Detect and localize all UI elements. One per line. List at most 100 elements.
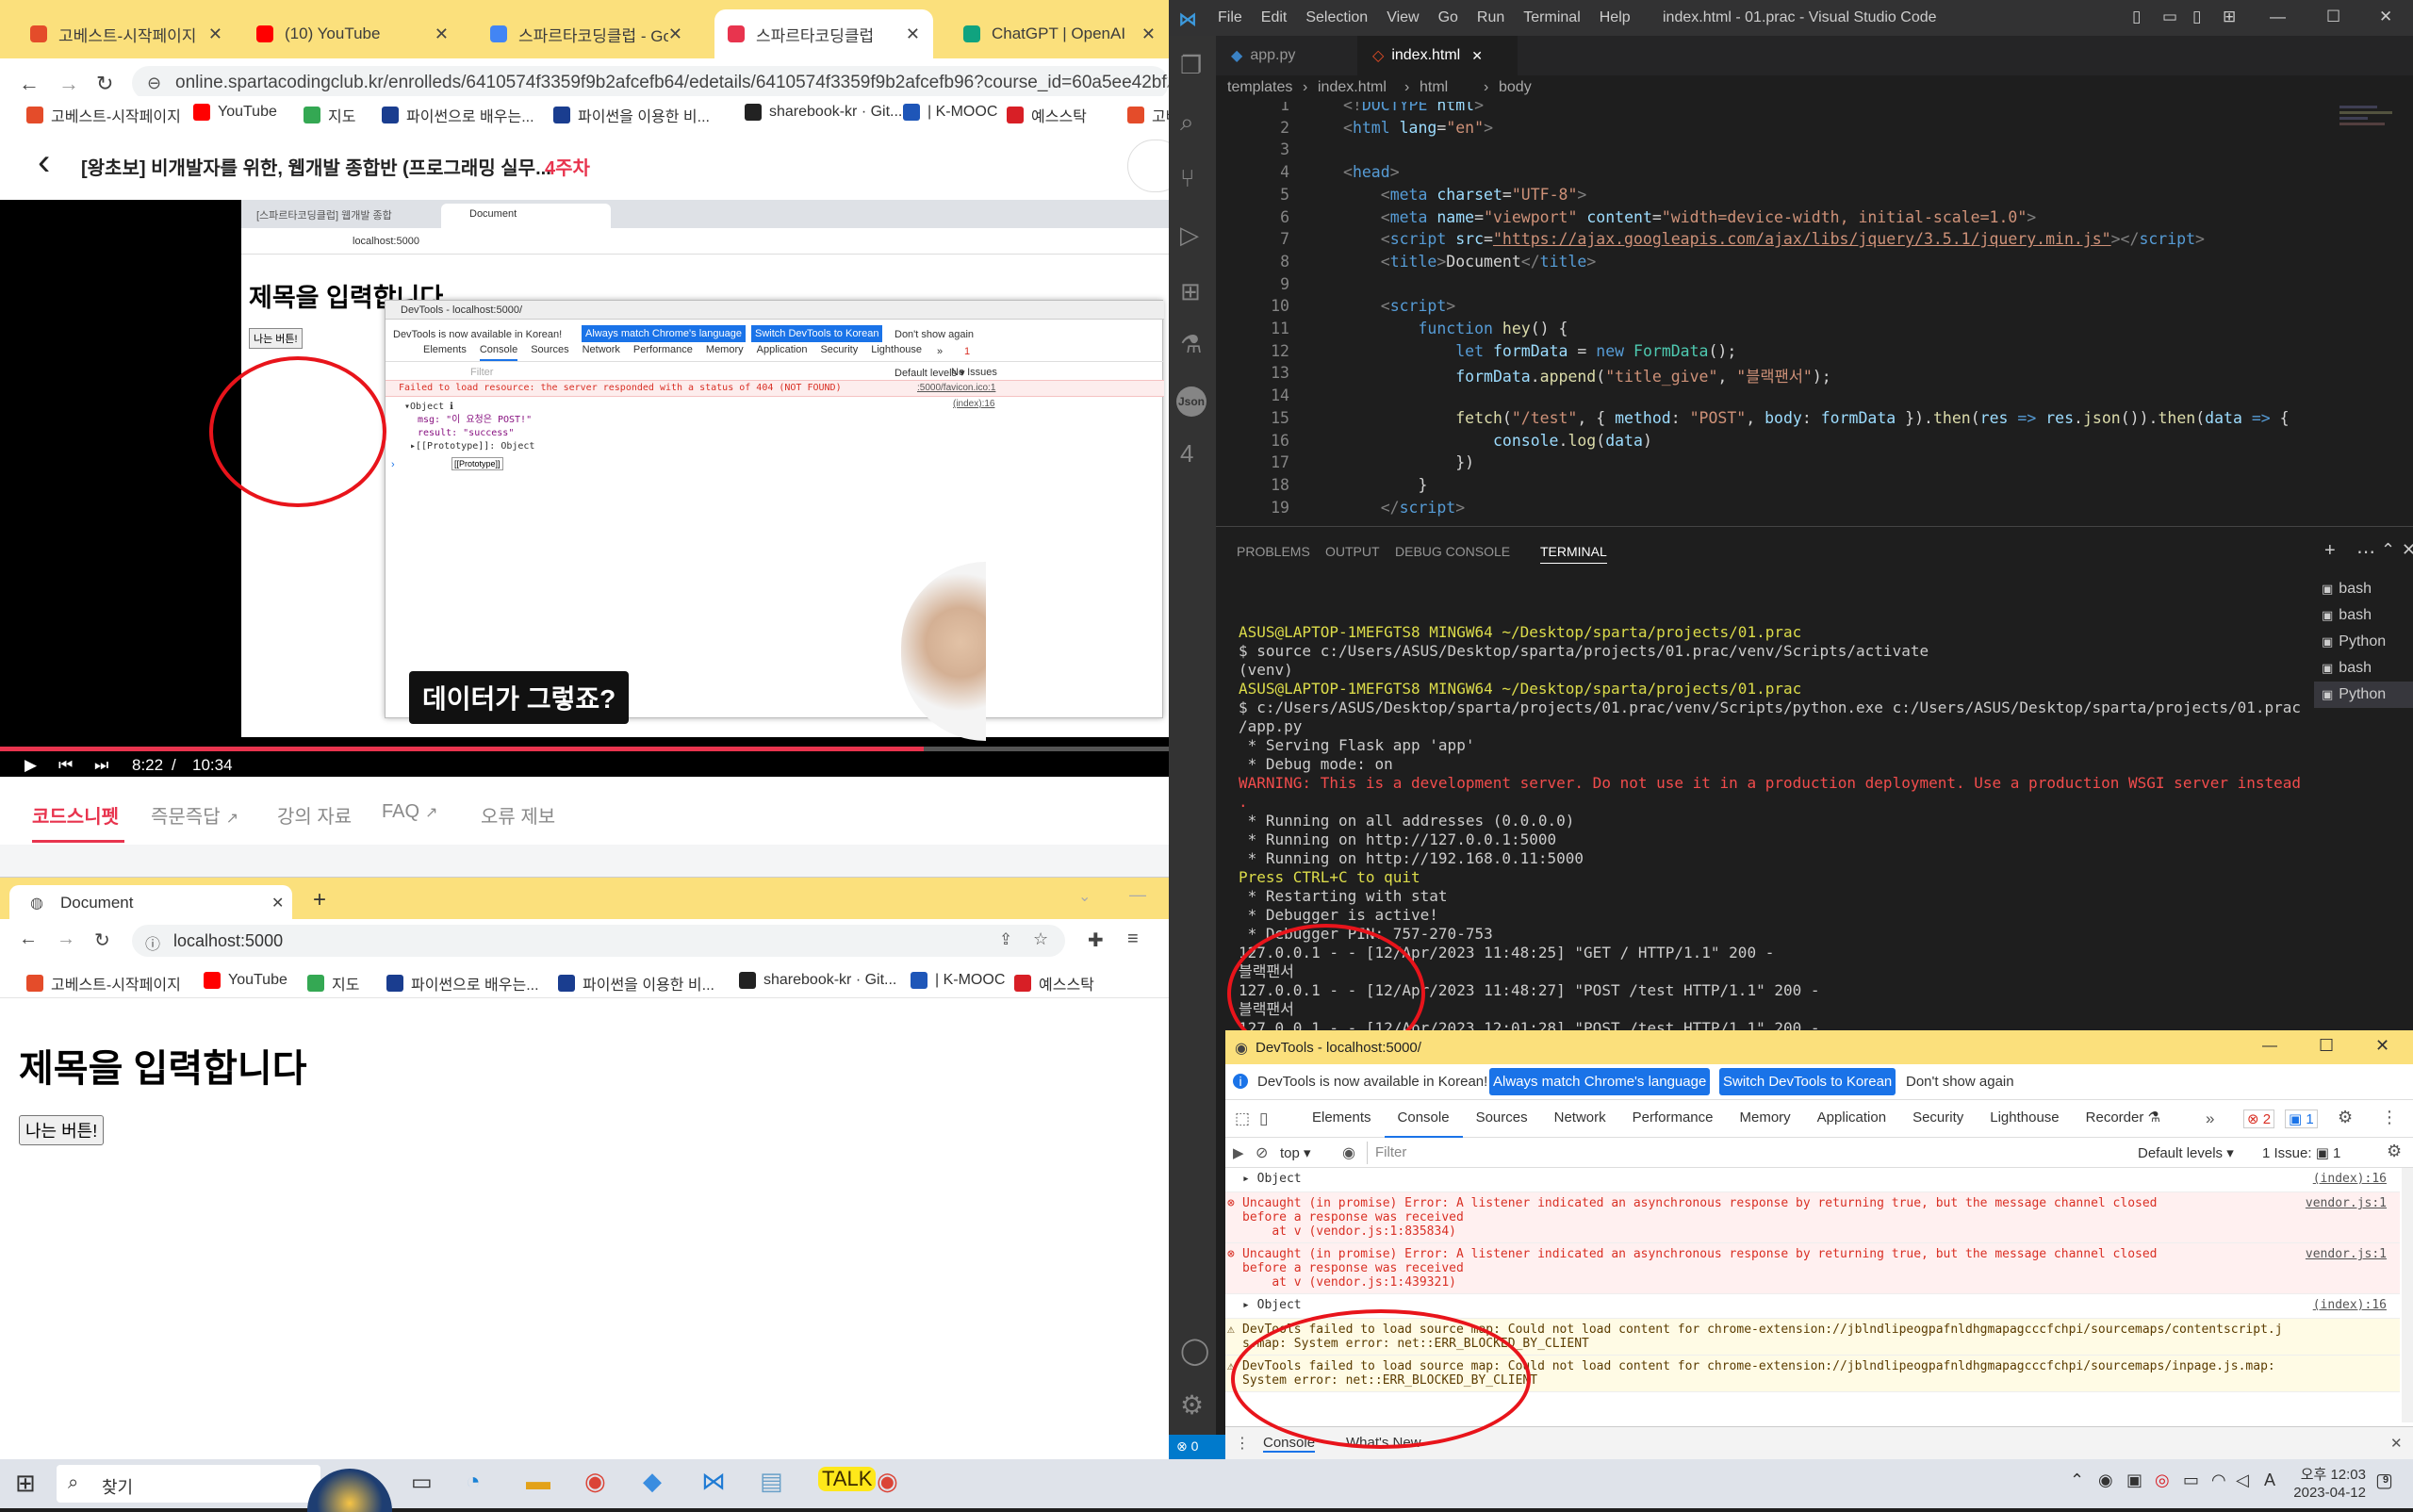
extensions-icon[interactable]: ✚	[1088, 929, 1104, 952]
kakaotalk-taskbar-icon[interactable]: TALK	[818, 1467, 877, 1491]
devtools-tab[interactable]: Elements	[1299, 1100, 1385, 1138]
bookmark-item[interactable]: 지도	[307, 972, 359, 994]
breadcrumb-item[interactable]: index.html	[1318, 79, 1387, 96]
console-message[interactable]: ⊗ Uncaught (in promise) Error: A listener…	[1225, 1192, 2400, 1243]
chrome-tab[interactable]: (10) YouTube ✕	[243, 9, 462, 58]
code-line[interactable]: fetch("/test", { method: "POST", body: f…	[1343, 409, 2289, 427]
panel-maximize-icon[interactable]: ⌃	[2381, 540, 2395, 560]
devtools-close-icon[interactable]: ✕	[2375, 1036, 2389, 1056]
terminal-instance[interactable]: ▣ bash	[2314, 655, 2413, 682]
code-line[interactable]: <head>	[1343, 163, 1400, 181]
manage-gear-icon[interactable]: ⚙	[1180, 1389, 1204, 1421]
bookmark-item[interactable]: 파이썬을 이용한 비...	[558, 972, 714, 994]
minimize-icon[interactable]: —	[1129, 885, 1146, 905]
bookmark-item[interactable]: | K-MOOC	[911, 972, 1005, 989]
message-badge[interactable]: ▣ 1	[2285, 1109, 2318, 1128]
panel-more-icon[interactable]: ⋯	[2356, 540, 2375, 564]
terminal-instance[interactable]: ▣ Python	[2314, 682, 2413, 708]
panel-tab[interactable]: DEBUG CONSOLE	[1395, 544, 1510, 559]
devtools-tab[interactable]: Security	[1899, 1100, 1977, 1138]
match-language-button[interactable]: Always match Chrome's language	[1489, 1068, 1711, 1095]
menu-item[interactable]: File	[1218, 9, 1242, 26]
default-levels-dropdown[interactable]: Default levels ▾	[2138, 1144, 2234, 1161]
code-line[interactable]: function hey() {	[1343, 320, 1568, 337]
devtools-tab[interactable]: Sources	[1463, 1100, 1541, 1138]
code-line[interactable]: <script>	[1343, 297, 1455, 315]
error-badge[interactable]: ⊗ 2	[2243, 1109, 2275, 1128]
console-filter[interactable]: Filter	[1367, 1142, 2045, 1164]
code-line[interactable]: <html lang="en">	[1343, 119, 1493, 137]
window-minimize-icon[interactable]: —	[2270, 8, 2286, 26]
more-tabs-icon[interactable]: »	[2206, 1109, 2214, 1128]
editor-tab[interactable]: ◇ index.html ✕	[1357, 36, 1518, 75]
taskbar-time[interactable]: 오후 12:03	[2290, 1464, 2366, 1484]
inspect-icon[interactable]: ⬚	[1235, 1109, 1250, 1128]
eye-icon[interactable]: ◉	[1342, 1143, 1355, 1162]
console-message-source[interactable]: vendor.js:1	[2306, 1196, 2387, 1210]
tray-expand-icon[interactable]: ⌃	[2070, 1471, 2084, 1490]
code-line[interactable]: <!DOCTYPE html>	[1343, 102, 1484, 114]
chrome-tab[interactable]: 스파르타코딩클럽 ✕	[714, 9, 933, 58]
tray-camera-icon[interactable]: ▣	[2126, 1471, 2142, 1490]
bookmark-item[interactable]: 고베스트-시작페이지	[26, 972, 181, 994]
app-taskbar-icon[interactable]: ◆	[643, 1467, 662, 1496]
next-icon[interactable]: ⏭	[94, 756, 108, 775]
console-message[interactable]: ⊗ Uncaught (in promise) Error: A listener…	[1225, 1243, 2400, 1294]
layout-sidebar-icon[interactable]: ▯	[2132, 8, 2141, 26]
code-line[interactable]: <title>Document</title>	[1343, 253, 1597, 271]
tab-close-icon[interactable]: ✕	[906, 25, 920, 44]
chrome-taskbar-icon-2[interactable]: ◉	[877, 1467, 898, 1496]
panel-tab[interactable]: TERMINAL	[1540, 544, 1607, 564]
tray-volume-icon[interactable]: ◁	[2236, 1471, 2249, 1490]
taskbar-date[interactable]: 2023-04-12	[2272, 1485, 2366, 1501]
address-bar[interactable]: online.spartacodingclub.kr/enrolleds/641…	[132, 66, 1169, 100]
editor-tab[interactable]: ◆ app.py	[1216, 36, 1357, 75]
new-terminal-icon[interactable]: +	[2324, 540, 2336, 562]
chrome-tab[interactable]: 스파르타코딩클럽 - Goo ✕	[477, 9, 696, 58]
bookmark-item[interactable]: | K-MOOC	[903, 104, 997, 121]
video-progress[interactable]	[0, 747, 924, 751]
console-message[interactable]: ▸ Object (index):16	[1225, 1168, 2400, 1192]
local-back-icon[interactable]: ←	[19, 929, 38, 950]
chrome-tab[interactable]: ChatGPT | OpenAI ✕	[950, 9, 1169, 58]
devtools-tab[interactable]: Memory	[1727, 1100, 1804, 1138]
breadcrumb-item[interactable]: html	[1420, 79, 1448, 96]
json-icon[interactable]: Json	[1176, 386, 1206, 417]
account-icon[interactable]: ◯	[1180, 1335, 1209, 1366]
clear-console-icon[interactable]: ⊘	[1256, 1143, 1268, 1162]
local-reload-icon[interactable]: ↻	[94, 929, 110, 952]
devtools-tab[interactable]: Performance	[1619, 1100, 1727, 1138]
menu-item[interactable]: Terminal	[1523, 9, 1580, 26]
panel-tab[interactable]: OUTPUT	[1325, 544, 1380, 559]
course-tab[interactable]: 코드스니펫	[32, 801, 124, 843]
bookmark-item[interactable]: 파이썬으로 배우는...	[386, 972, 539, 994]
console-message-source[interactable]: (index):16	[2313, 1298, 2387, 1312]
terminal-instance[interactable]: ▣ bash	[2314, 602, 2413, 629]
devtools-tab[interactable]: Recorder ⚗	[2073, 1100, 2174, 1138]
panel-close-icon[interactable]: ✕	[2402, 540, 2413, 560]
layout-custom-icon[interactable]: ⊞	[2223, 8, 2236, 26]
devtools-tab[interactable]: Application	[1804, 1100, 1899, 1138]
tray-app-icon[interactable]: ◉	[2098, 1471, 2113, 1490]
code-line[interactable]: formData.append("title_give", "블랙팬서");	[1343, 364, 1831, 386]
windows-start-icon[interactable]: ⊞	[15, 1469, 36, 1498]
tab-close-icon[interactable]: ✕	[208, 25, 222, 44]
code-line[interactable]: }	[1343, 476, 1427, 494]
run-debug-icon[interactable]: ▷	[1180, 221, 1199, 250]
menu-item[interactable]: Run	[1477, 9, 1504, 26]
site-info-icon[interactable]: ⊖	[147, 74, 161, 93]
extensions-icon[interactable]: ⊞	[1180, 277, 1201, 306]
play-icon[interactable]: ▶	[25, 756, 37, 775]
local-tab-document[interactable]: ◍ Document ✕	[9, 885, 292, 919]
hey-button[interactable]: 나는 버튼!	[19, 1115, 105, 1145]
bookmark-item[interactable]: YouTube	[204, 972, 287, 989]
window-maximize-icon[interactable]: ☐	[2326, 8, 2340, 26]
tab-close-icon[interactable]: ✕	[1141, 25, 1156, 44]
bookmark-item[interactable]: 고베스트-시작페이지	[26, 104, 181, 126]
code-line[interactable]: let formData = new FormData();	[1343, 342, 1736, 360]
file-explorer-icon[interactable]: ▬	[526, 1467, 550, 1496]
devtools-tab[interactable]: Console	[1384, 1100, 1463, 1138]
panel-tab[interactable]: PROBLEMS	[1237, 544, 1310, 559]
issues-button[interactable]: 1 Issue: ▣ 1	[2262, 1144, 2340, 1161]
editor-tab-close-icon[interactable]: ✕	[1471, 48, 1483, 64]
